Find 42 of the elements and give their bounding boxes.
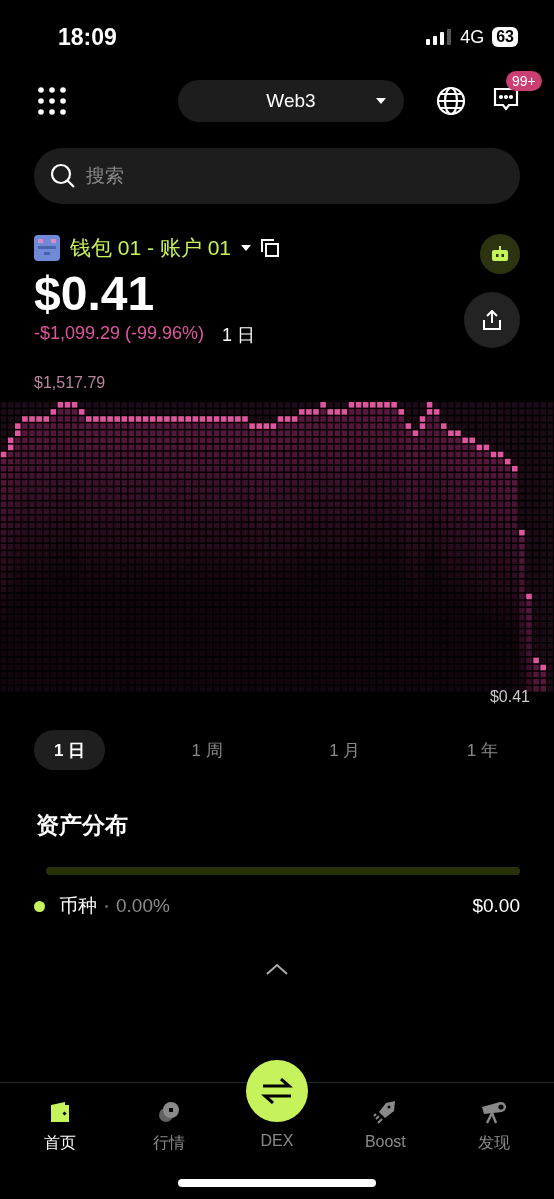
network-label: 4G (460, 26, 485, 48)
period-tab[interactable]: 1 月 (309, 730, 381, 770)
search-field[interactable]: 搜索 (34, 148, 520, 204)
status-time: 18:09 (58, 23, 117, 51)
network-selector[interactable]: Web3 (178, 80, 404, 122)
chart-high-label: $1,517.79 (34, 374, 106, 391)
separator-dot-icon (105, 904, 108, 908)
nav-tab[interactable]: 发现 (448, 1083, 539, 1169)
caret-icon (376, 98, 386, 104)
robot-icon (491, 246, 509, 262)
nav-tab[interactable]: Boost (340, 1083, 431, 1169)
caret-icon[interactable] (241, 245, 252, 251)
apps-grid-icon[interactable] (38, 87, 66, 115)
globe-icon[interactable] (436, 86, 466, 116)
period-label: 1 日 (222, 324, 256, 347)
balance-amount: $0.41 (34, 266, 156, 321)
asset-share: 0.00% (116, 895, 170, 917)
share-icon (483, 310, 501, 330)
period-tab[interactable]: 1 年 (446, 730, 518, 770)
avatar-icon (34, 235, 60, 261)
search-icon (50, 163, 76, 189)
nav-tab[interactable]: 行情 (123, 1083, 214, 1169)
asset-value: $0.00 (472, 895, 520, 917)
nav-tab[interactable]: 首页 (15, 1083, 106, 1169)
nav-tab[interactable]: DEX (231, 1060, 322, 1169)
chart-low-label: $0.41 (489, 688, 530, 706)
battery-indicator: 63 (492, 27, 518, 47)
swap-icon (260, 1078, 293, 1104)
chevron-up-icon[interactable] (266, 963, 288, 975)
message-icon[interactable] (492, 85, 520, 113)
period-tab[interactable]: 1 日 (34, 730, 106, 770)
telescope-icon (479, 1099, 508, 1125)
period-tab[interactable]: 1 周 (171, 730, 243, 770)
section-title: 资产分布 (36, 812, 128, 838)
account-name[interactable]: 钱包 01 - 账户 01 (70, 234, 232, 262)
asset-name: 币种 (59, 894, 97, 918)
signal-icon (426, 29, 453, 45)
notification-badge: 99+ (506, 71, 542, 91)
copy-icon[interactable] (261, 239, 280, 257)
share-button[interactable] (464, 292, 520, 348)
robot-button[interactable] (480, 234, 520, 274)
balance-change: -$1,099.29 (-99.96%) (34, 323, 205, 345)
